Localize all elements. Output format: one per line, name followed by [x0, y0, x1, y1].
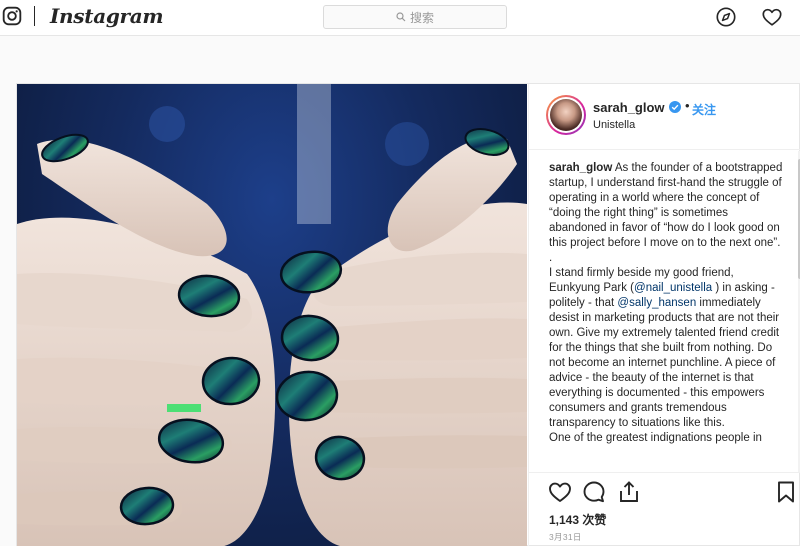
post-photo[interactable] — [17, 84, 527, 546]
caption-text-3c: immediately desist in marketing products… — [549, 297, 780, 429]
like-count[interactable]: 1,143 次赞 — [549, 511, 606, 528]
separator-dot: • — [685, 98, 690, 113]
nav-divider — [34, 6, 35, 26]
caption-scroll-area[interactable]: sarah_glow As the founder of a bootstrap… — [529, 151, 800, 472]
comment-button[interactable] — [581, 479, 607, 505]
instagram-glyph-icon[interactable] — [2, 6, 22, 26]
search-input[interactable]: 搜索 — [323, 5, 507, 29]
like-button[interactable] — [547, 479, 573, 505]
search-icon — [396, 12, 406, 22]
mention-sally-hansen[interactable]: @sally_hansen — [617, 297, 696, 309]
post-location[interactable]: Unistella — [593, 119, 635, 131]
top-nav: Instagram 搜索 — [0, 0, 800, 36]
verified-badge-icon — [669, 101, 681, 113]
instagram-wordmark[interactable]: Instagram — [50, 4, 164, 28]
post-details-panel: sarah_glow • 关注 Unistella sarah_glow As … — [528, 84, 800, 546]
caption-paragraph-2: . — [549, 252, 553, 264]
post-header: sarah_glow • 关注 Unistella — [529, 84, 800, 150]
share-button[interactable] — [616, 479, 642, 505]
post-username[interactable]: sarah_glow — [593, 100, 665, 115]
caption-username[interactable]: sarah_glow — [549, 162, 612, 174]
mention-nail-unistella[interactable]: @nail_unistella — [634, 282, 712, 294]
explore-compass-icon[interactable] — [715, 6, 737, 28]
caption-paragraph-4: One of the greatest indignations people … — [549, 432, 762, 444]
avatar[interactable] — [546, 95, 586, 135]
follow-button[interactable]: 关注 — [692, 101, 716, 118]
search-placeholder: 搜索 — [409, 10, 434, 25]
caption-paragraph-1: As the founder of a bootstrapped startup… — [549, 162, 783, 249]
nail-photo-illustration — [17, 84, 527, 546]
post-card: sarah_glow • 关注 Unistella sarah_glow As … — [16, 83, 800, 546]
heart-icon[interactable] — [761, 6, 783, 28]
post-date[interactable]: 3月31日 — [549, 531, 582, 543]
post-caption: sarah_glow As the founder of a bootstrap… — [549, 161, 787, 446]
save-button[interactable] — [773, 479, 799, 505]
post-actions: 1,143 次赞 3月31日 — [529, 472, 800, 546]
